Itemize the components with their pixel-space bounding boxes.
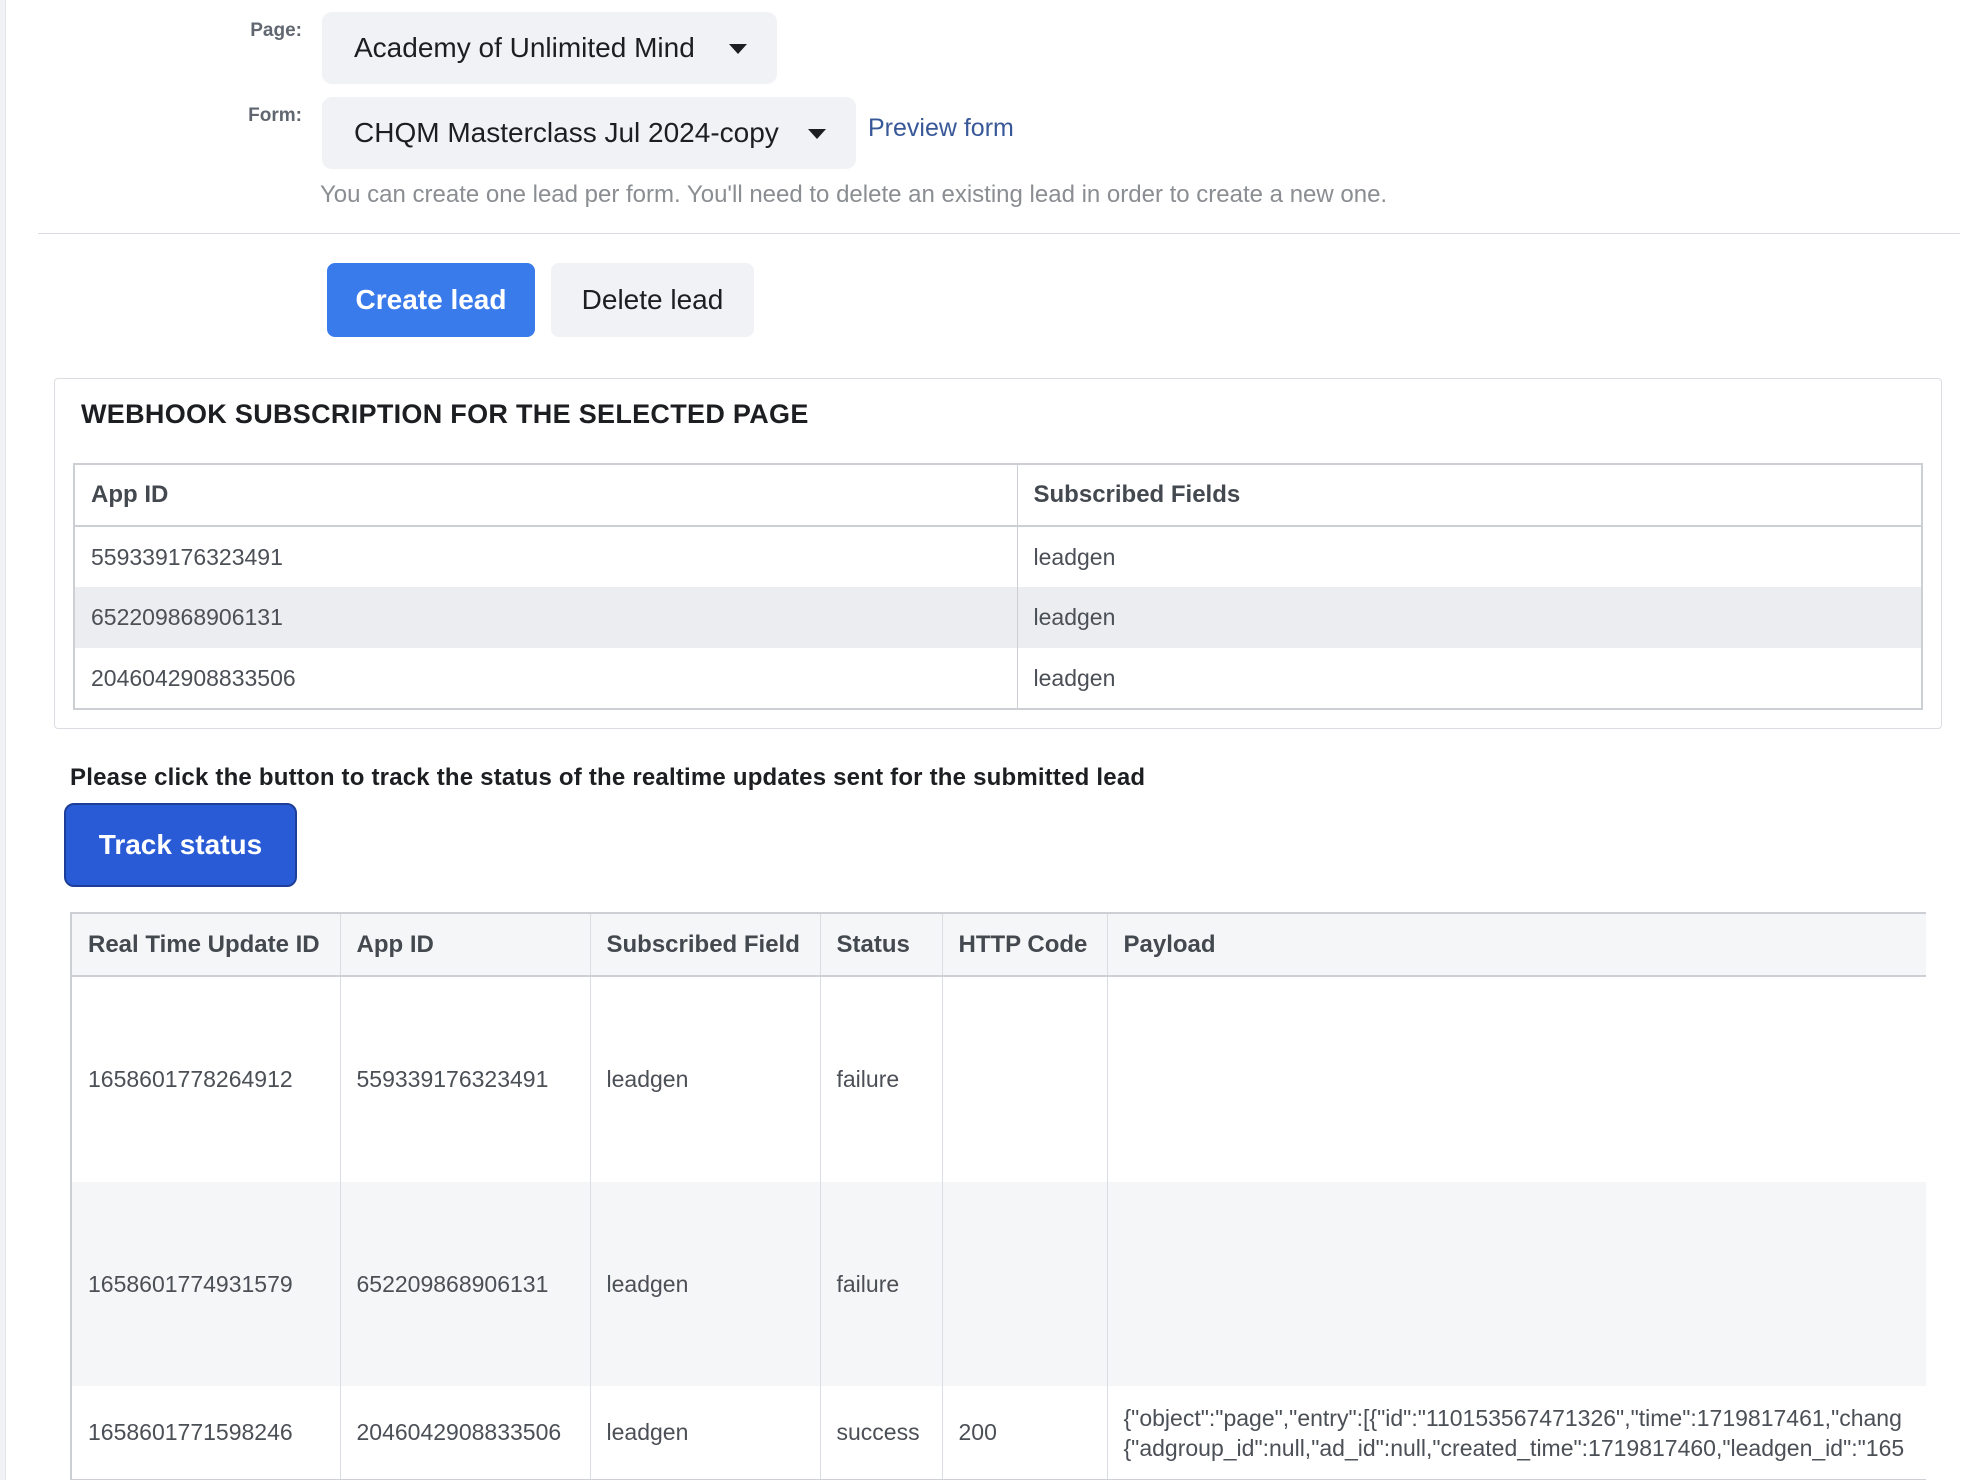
panel-title: WEBHOOK SUBSCRIPTION FOR THE SELECTED PA… <box>81 399 809 429</box>
subscribed-field-cell: leadgen <box>589 1386 820 1480</box>
status-cell: failure <box>819 1182 942 1386</box>
track-instruction: Please click the button to track the sta… <box>70 764 1146 791</box>
table-row: 1658601771598246 2046042908833506 leadge… <box>72 1386 1926 1480</box>
column-header-subscribed-fields: Subscribed Fields <box>1016 464 1922 527</box>
column-header-subscribed-field: Subscribed Field <box>589 914 820 977</box>
create-lead-button[interactable]: Create lead <box>327 263 535 337</box>
track-status-button[interactable]: Track status <box>64 803 297 887</box>
chevron-down-icon <box>808 129 826 139</box>
http-code-cell: 200 <box>941 1386 1107 1480</box>
table-row: 2046042908833506 leadgen <box>74 648 1922 709</box>
delete-lead-button[interactable]: Delete lead <box>551 263 754 337</box>
chevron-down-icon <box>729 44 747 54</box>
subscribed-field-cell: leadgen <box>589 1182 820 1386</box>
payload-cell: {"object":"page","entry":[{"id":"1101535… <box>1106 1386 1926 1480</box>
rtu-id-cell: 1658601778264912 <box>72 976 340 1182</box>
column-header-status: Status <box>819 914 942 977</box>
page-label: Page: <box>250 20 302 41</box>
help-text: You can create one lead per form. You'll… <box>320 181 1388 208</box>
realtime-updates-table: Real Time Update ID App ID Subscribed Fi… <box>72 914 1926 1480</box>
preview-form-link[interactable]: Preview form <box>868 114 1014 143</box>
payload-cell <box>1106 1182 1926 1386</box>
left-border <box>0 0 6 1480</box>
table-header-row: Real Time Update ID App ID Subscribed Fi… <box>72 914 1926 977</box>
lead-ads-testing-tool: Page: Academy of Unlimited Mind Form: CH… <box>0 0 1980 1480</box>
column-header-payload: Payload <box>1106 914 1926 977</box>
payload-line: {"object":"page","entry":[{"id":"1101535… <box>1123 1404 1902 1431</box>
divider <box>38 233 1960 234</box>
status-cell: success <box>819 1386 942 1480</box>
app-id-cell: 652209868906131 <box>74 587 1018 648</box>
rtu-id-cell: 1658601771598246 <box>72 1386 340 1480</box>
webhook-subscription-table: App ID Subscribed Fields 559339176323491… <box>73 463 1923 710</box>
app-id-cell: 652209868906131 <box>339 1182 590 1386</box>
column-header-app-id: App ID <box>74 464 1018 527</box>
http-code-cell <box>941 1182 1107 1386</box>
subscribed-fields-cell: leadgen <box>1016 648 1922 709</box>
page-select-value: Academy of Unlimited Mind <box>354 32 695 63</box>
realtime-updates-scroll-area[interactable]: Real Time Update ID App ID Subscribed Fi… <box>70 912 1926 1480</box>
page-select[interactable]: Academy of Unlimited Mind <box>322 12 777 84</box>
rtu-id-cell: 1658601774931579 <box>72 1182 340 1386</box>
app-id-cell: 559339176323491 <box>91 543 283 570</box>
form-label: Form: <box>248 105 302 126</box>
form-select[interactable]: CHQM Masterclass Jul 2024-copy <box>322 97 856 169</box>
column-header-http-code: HTTP Code <box>941 914 1107 977</box>
column-header-app-id: App ID <box>339 914 590 977</box>
form-select-value: CHQM Masterclass Jul 2024-copy <box>354 117 779 148</box>
payload-cell <box>1106 976 1926 1182</box>
payload-line: {"adgroup_id":null,"ad_id":null,"created… <box>1123 1434 1905 1461</box>
subscribed-field-cell: leadgen <box>589 976 820 1182</box>
app-id-cell: 559339176323491 <box>339 976 590 1182</box>
table-header-row: App ID Subscribed Fields <box>74 464 1922 527</box>
subscribed-fields-cell: leadgen <box>1016 526 1922 587</box>
app-id-cell: 2046042908833506 <box>91 664 296 691</box>
table-row: 1658601774931579 652209868906131 leadgen… <box>72 1182 1926 1386</box>
table-row: 559339176323491 leadgen <box>74 526 1922 587</box>
webhook-subscription-panel: WEBHOOK SUBSCRIPTION FOR THE SELECTED PA… <box>54 378 1942 729</box>
table-row: 1658601778264912 559339176323491 leadgen… <box>72 976 1926 1182</box>
status-cell: failure <box>819 976 942 1182</box>
http-code-cell <box>941 976 1107 1182</box>
app-id-cell: 2046042908833506 <box>339 1386 590 1480</box>
subscribed-fields-cell: leadgen <box>1016 587 1922 648</box>
table-row: 652209868906131 leadgen <box>74 587 1922 648</box>
column-header-rtu-id: Real Time Update ID <box>72 914 340 977</box>
